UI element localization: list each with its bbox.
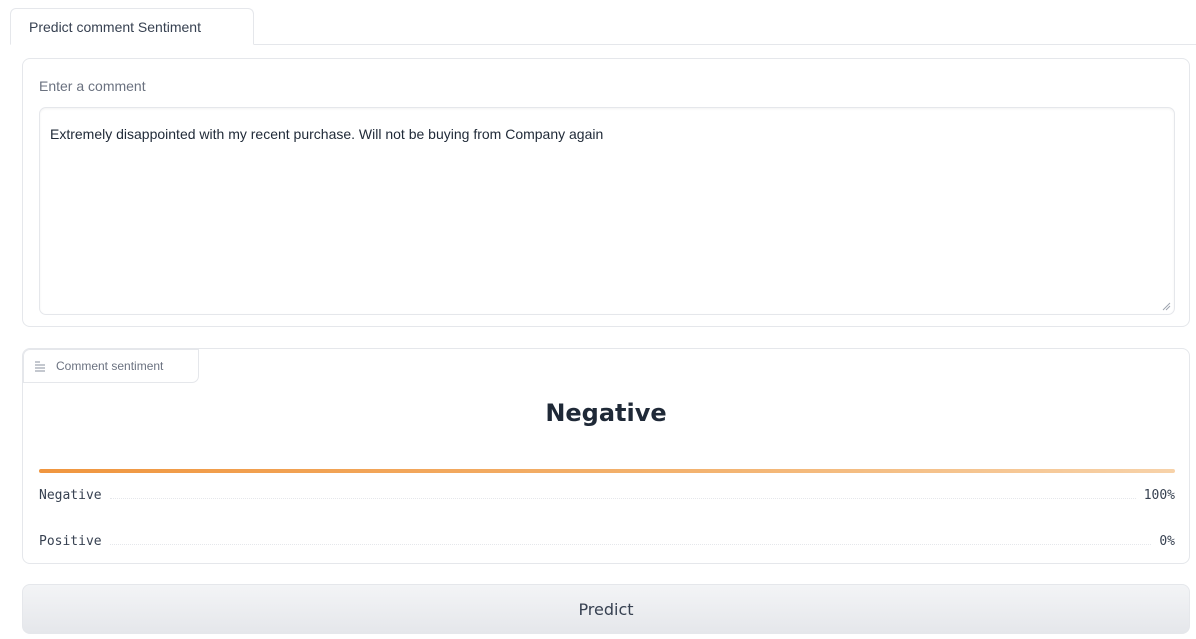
confidence-leader bbox=[109, 498, 1136, 499]
sentiment-output-panel: Comment sentiment Negative Negative 100%… bbox=[22, 348, 1190, 564]
confidence-label: Negative bbox=[39, 488, 102, 503]
tab-bar: Predict comment Sentiment bbox=[10, 8, 1196, 45]
tab-predict-comment-sentiment[interactable]: Predict comment Sentiment bbox=[10, 8, 254, 45]
output-label-badge: Comment sentiment bbox=[23, 349, 199, 383]
predicted-sentiment: Negative bbox=[545, 399, 667, 427]
confidence-leader bbox=[109, 544, 1152, 545]
app-root: Predict comment Sentiment Enter a commen… bbox=[0, 0, 1196, 639]
confidence-label: Positive bbox=[39, 534, 102, 549]
confidence-value: 100% bbox=[1143, 488, 1175, 503]
resize-handle-icon[interactable] bbox=[1161, 301, 1171, 311]
confidence-row-negative: Negative 100% bbox=[39, 479, 1175, 503]
text-lines-icon bbox=[35, 361, 45, 372]
confidence-value: 0% bbox=[1159, 534, 1175, 549]
comment-input-label: Enter a comment bbox=[39, 78, 146, 94]
predict-button[interactable]: Predict bbox=[22, 584, 1190, 634]
confidence-row-positive: Positive 0% bbox=[39, 525, 1175, 549]
output-label-text: Comment sentiment bbox=[56, 359, 164, 373]
comment-textarea[interactable]: Extremely disappointed with my recent pu… bbox=[39, 107, 1175, 315]
confidence-bar-negative bbox=[39, 469, 1175, 473]
comment-text: Extremely disappointed with my recent pu… bbox=[50, 126, 604, 142]
comment-input-panel: Enter a comment Extremely disappointed w… bbox=[22, 58, 1190, 327]
